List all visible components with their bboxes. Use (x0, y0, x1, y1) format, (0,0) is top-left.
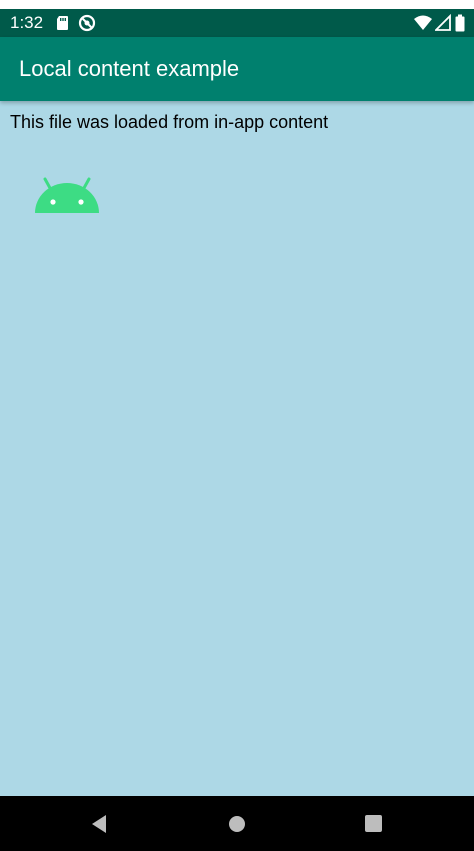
status-bar: 1:32 (0, 9, 474, 37)
recents-square-icon (365, 815, 382, 832)
status-time: 1:32 (10, 13, 44, 32)
screen: 1:32 Local content example This file was… (0, 0, 474, 851)
battery-icon (455, 14, 465, 32)
data-saver-icon (78, 14, 96, 32)
app-bar: Local content example (0, 37, 474, 101)
content-message: This file was loaded from in-app content (10, 112, 329, 132)
sd-card-icon (54, 14, 72, 32)
app-title: Local content example (19, 56, 240, 81)
back-button[interactable] (86, 810, 114, 838)
navigation-bar (0, 796, 474, 851)
home-button[interactable] (223, 810, 251, 838)
recents-button[interactable] (360, 810, 388, 838)
back-triangle-icon (92, 815, 106, 833)
android-logo-icon (33, 174, 101, 214)
webview-content[interactable]: This file was loaded from in-app content (0, 101, 474, 796)
top-strip (0, 0, 474, 9)
home-circle-icon (229, 816, 245, 832)
signal-icon (433, 13, 451, 32)
wifi-icon (413, 14, 433, 32)
